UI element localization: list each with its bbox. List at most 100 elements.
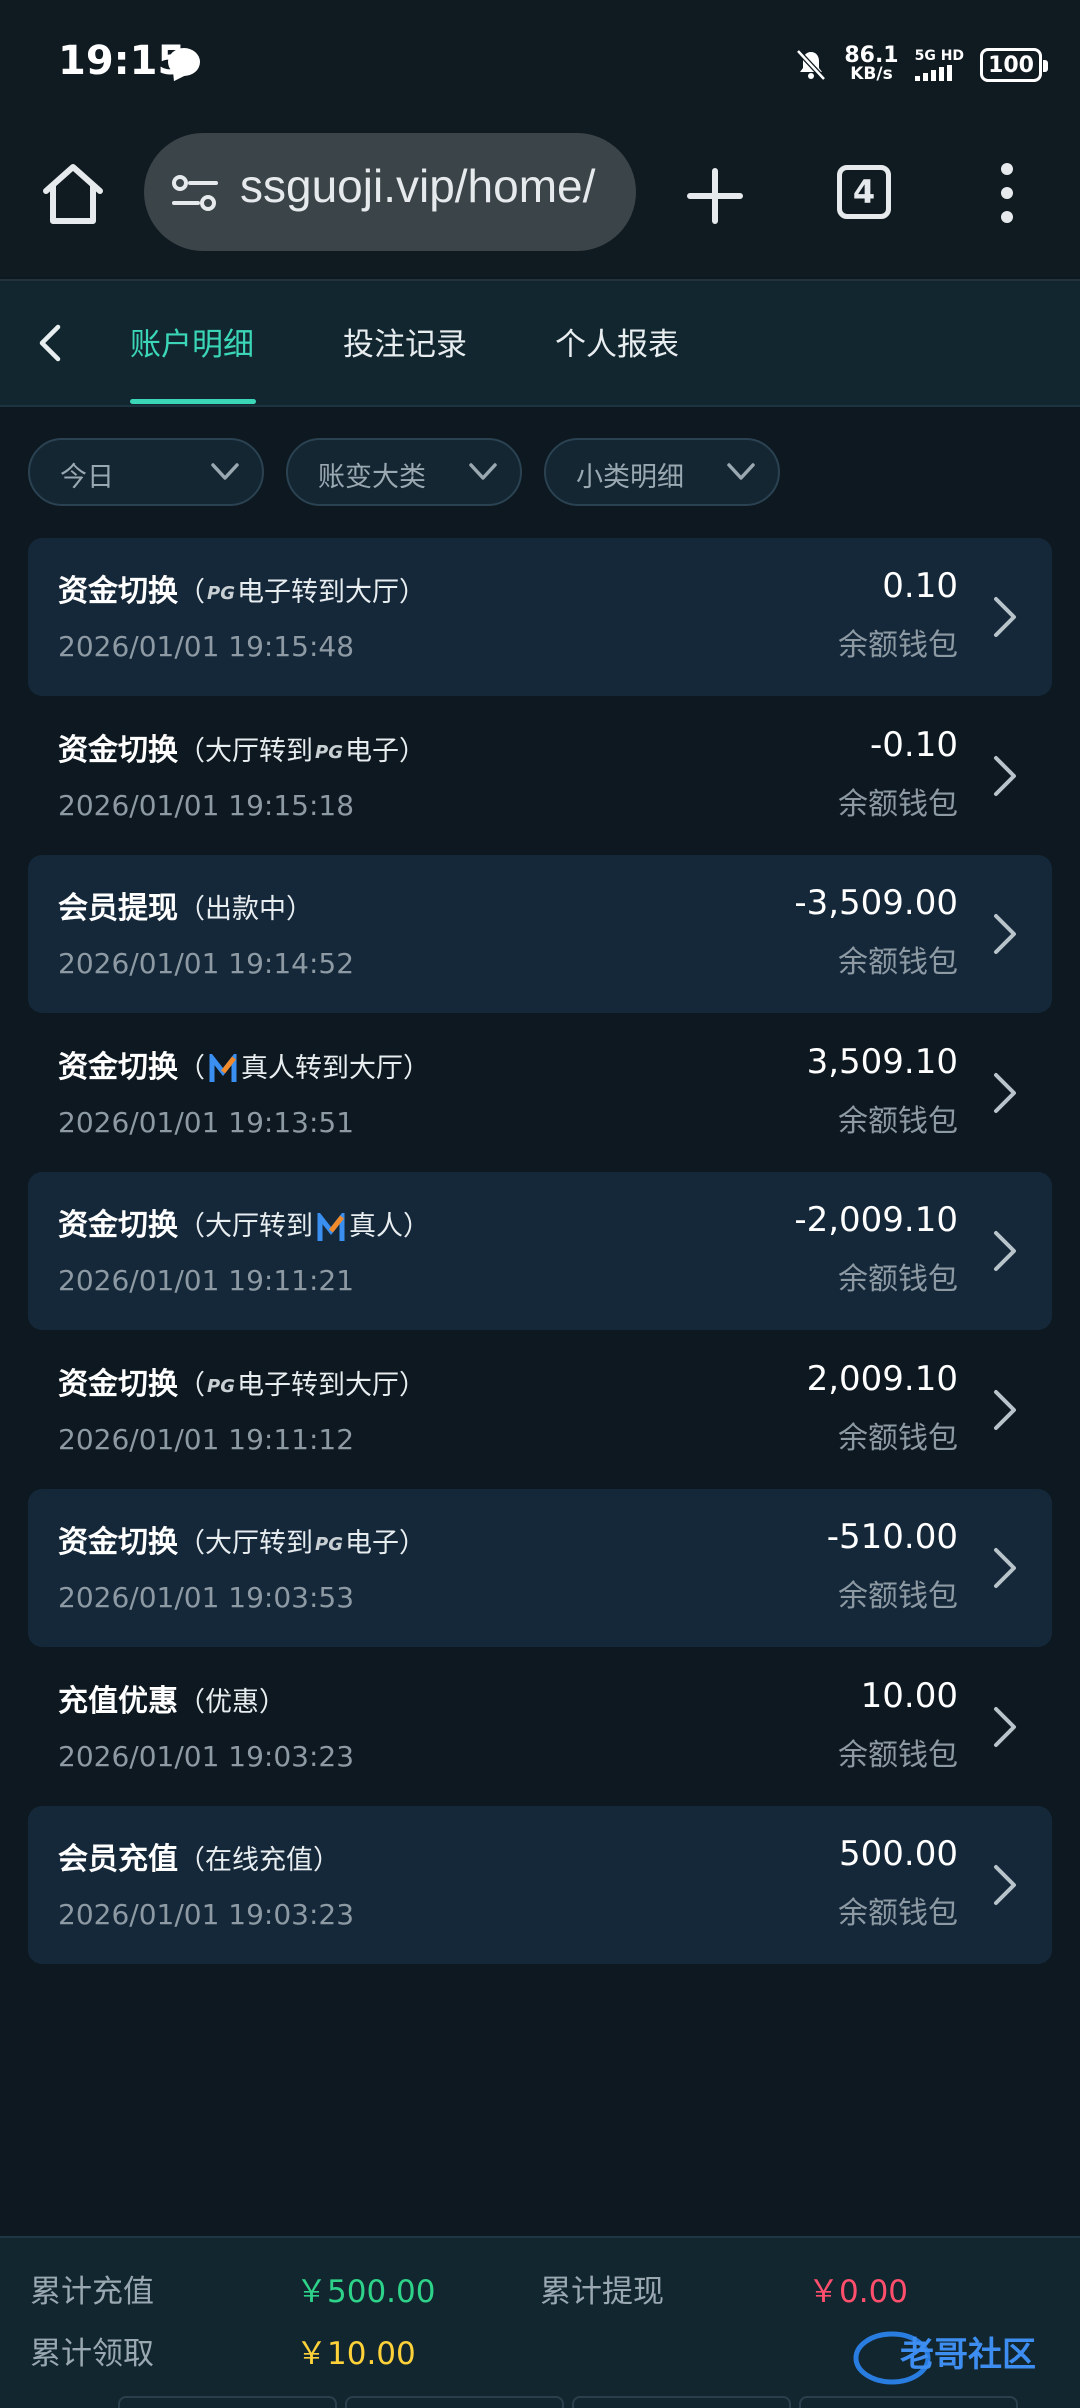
category-filter-dropdown[interactable]: 账变大类 (286, 438, 522, 506)
transaction-time: 2026/01/01 19:03:53 (58, 1581, 355, 1614)
chevron-right-icon[interactable] (990, 1070, 1020, 1116)
transaction-time: 2026/01/01 19:15:18 (58, 788, 355, 822)
chevron-right-icon[interactable] (990, 911, 1020, 957)
tab-account-details[interactable]: 账户明细 (130, 319, 254, 364)
chevron-right-icon[interactable] (990, 594, 1020, 640)
transaction-list: 资金切换（ PG电子转到大厅） 2026/01/01 19:15:48 0.10 余额钱… (28, 538, 1052, 1964)
subcategory-filter-dropdown[interactable]: 小类明细 (544, 438, 780, 506)
transaction-amount: -2,009.10 (794, 1200, 958, 1240)
transaction-wallet: 余额钱包 (838, 945, 958, 980)
transaction-detail-prefix: （大厅转到 (178, 735, 313, 767)
transaction-detail-prefix: （出款中） (178, 894, 313, 925)
transaction-row[interactable]: 资金切换（ PG电子转到大厅） 2026/01/01 19:11:12 2,009.1… (28, 1331, 1052, 1489)
chevron-right-icon[interactable] (990, 1704, 1020, 1750)
transaction-title: 充值优惠（优惠） (58, 1676, 286, 1720)
transaction-detail: （在线充值） (178, 1845, 340, 1876)
transaction-detail-suffix: 电子转到大厅） (236, 1369, 426, 1401)
tab-bet-records[interactable]: 投注记录 (343, 319, 467, 364)
transaction-detail-suffix: 真人） (349, 1211, 430, 1242)
transaction-wallet: 余额钱包 (838, 1737, 958, 1773)
transaction-detail-suffix: 电子） (344, 1528, 426, 1559)
chevron-right-icon[interactable] (990, 753, 1020, 799)
transaction-time: 2026/01/01 19:15:48 (58, 630, 355, 663)
transaction-detail: （大厅转到 PG电子） (178, 1528, 426, 1559)
transaction-wallet: 余额钱包 (838, 1579, 958, 1614)
transaction-row[interactable]: 会员提现（出款中） 2026/01/01 19:14:52 -3,509.00 余额钱… (28, 855, 1052, 1013)
transaction-detail: （出款中） (178, 894, 313, 925)
tab-personal-report[interactable]: 个人报表 (555, 319, 679, 364)
total-claim-value: ￥10.00 (296, 2336, 416, 2372)
transaction-amount: 0.10 (882, 566, 958, 606)
tab-switcher-button[interactable]: 4 (837, 165, 891, 219)
transaction-title: 会员充值（在线充值） (58, 1834, 340, 1878)
transaction-row[interactable]: 资金切换（ PG电子转到大厅） 2026/01/01 19:15:48 0.10 余额钱… (28, 538, 1052, 696)
date-filter-dropdown[interactable]: 今日 (28, 438, 264, 506)
transaction-detail-prefix: （优惠） (178, 1686, 286, 1718)
transaction-title: 资金切换（ 真人转到大厅） (58, 1042, 430, 1086)
transaction-detail-prefix: （ (178, 1052, 205, 1084)
transaction-row[interactable]: 资金切换（大厅转到 PG电子） 2026/01/01 19:15:18 -0.10 余额… (28, 697, 1052, 855)
transaction-amount: -3,509.00 (794, 883, 958, 923)
chevron-right-icon[interactable] (990, 1862, 1020, 1908)
transaction-row[interactable]: 充值优惠（优惠） 2026/01/01 19:03:23 10.00 余额钱包 (28, 1648, 1052, 1806)
transaction-detail: （大厅转到 PG电子） (178, 736, 426, 767)
transaction-wallet: 余额钱包 (838, 1420, 958, 1456)
transaction-type: 资金切换 (58, 1525, 178, 1560)
transaction-title: 会员提现（出款中） (58, 883, 313, 927)
transaction-row[interactable]: 资金切换（ 真人转到大厅） 2026/01/01 19:13:51 3,509.10 余… (28, 1014, 1052, 1172)
watermark-logo: 老哥社区 (853, 2331, 1036, 2385)
transaction-wallet: 余额钱包 (838, 628, 958, 663)
transaction-row[interactable]: 资金切换（大厅转到 真人） 2026/01/01 19:11:21 -2,009.10… (28, 1172, 1052, 1330)
status-time: 19:15 (58, 38, 186, 84)
chevron-right-icon[interactable] (990, 1228, 1020, 1274)
transaction-amount: -510.00 (826, 1517, 958, 1557)
transaction-title: 资金切换（大厅转到 PG电子） (58, 725, 426, 769)
transaction-row[interactable]: 资金切换（大厅转到 PG电子） 2026/01/01 19:03:53 -510.00… (28, 1489, 1052, 1647)
transaction-time: 2026/01/01 19:11:21 (58, 1264, 355, 1297)
chevron-down-icon (727, 463, 755, 480)
more-menu-icon[interactable] (990, 163, 1024, 233)
url-text[interactable]: ssguoji.vip/home/ (240, 159, 595, 213)
transaction-amount: 2,009.10 (806, 1358, 958, 1399)
home-icon[interactable] (38, 159, 108, 229)
address-bar[interactable]: ssguoji.vip/home/ (144, 133, 636, 251)
network-type: 5G HD (914, 48, 965, 64)
account-nav: 账户明细 投注记录 个人报表 (0, 279, 1080, 407)
transaction-title: 资金切换（大厅转到 PG电子） (58, 1517, 426, 1561)
transaction-wallet: 余额钱包 (838, 1262, 958, 1297)
transaction-detail-prefix: （在线充值） (178, 1845, 340, 1876)
status-indicators: 86.1 KB/s 5G HD 100 (794, 40, 1048, 90)
bottom-tab-edges (118, 2396, 1018, 2408)
total-withdraw-value: ￥0.00 (808, 2274, 909, 2310)
summary-footer: 累计充值 ￥500.00 累计提现 ￥0.00 累计领取 ￥10.00 老哥社区 (0, 2236, 1080, 2408)
transaction-detail-suffix: 电子转到大厅） (236, 577, 426, 608)
transaction-row[interactable]: 会员充值（在线充值） 2026/01/01 19:03:23 500.00 余额钱包 (28, 1806, 1052, 1964)
transaction-amount: -0.10 (870, 724, 958, 765)
speed-value: 86.1 (844, 43, 899, 68)
live-provider-icon (209, 1054, 237, 1082)
total-withdraw-label: 累计提现 (540, 2274, 664, 2310)
pg-provider-icon: PG (315, 1534, 343, 1555)
transaction-detail: （大厅转到 真人） (178, 1211, 430, 1242)
transaction-detail-prefix: （大厅转到 (178, 1528, 313, 1559)
site-settings-icon[interactable] (170, 173, 220, 213)
transaction-amount: 10.00 (860, 1675, 958, 1716)
back-arrow-icon[interactable] (30, 321, 70, 365)
transaction-detail-prefix: （ (178, 577, 205, 608)
chevron-right-icon[interactable] (990, 1545, 1020, 1591)
transaction-detail-prefix: （ (178, 1369, 205, 1401)
new-tab-icon[interactable] (680, 161, 750, 231)
transaction-amount: 3,509.10 (806, 1041, 958, 1082)
status-bar: 19:15 86.1 KB/s 5G HD 100 (0, 0, 1080, 125)
transaction-detail: （优惠） (178, 1687, 286, 1718)
transaction-wallet: 余额钱包 (838, 1103, 958, 1139)
battery-indicator: 100 (980, 48, 1048, 82)
signal-bars-icon (914, 65, 964, 81)
watermark-text: 老哥社区 (900, 2335, 1036, 2375)
bell-muted-icon (796, 49, 827, 81)
transaction-wallet: 余额钱包 (838, 786, 958, 822)
chevron-right-icon[interactable] (990, 1387, 1020, 1433)
total-recharge-label: 累计充值 (30, 2274, 154, 2310)
transaction-detail-suffix: 真人转到大厅） (241, 1052, 430, 1084)
transaction-type: 资金切换 (58, 1049, 178, 1085)
